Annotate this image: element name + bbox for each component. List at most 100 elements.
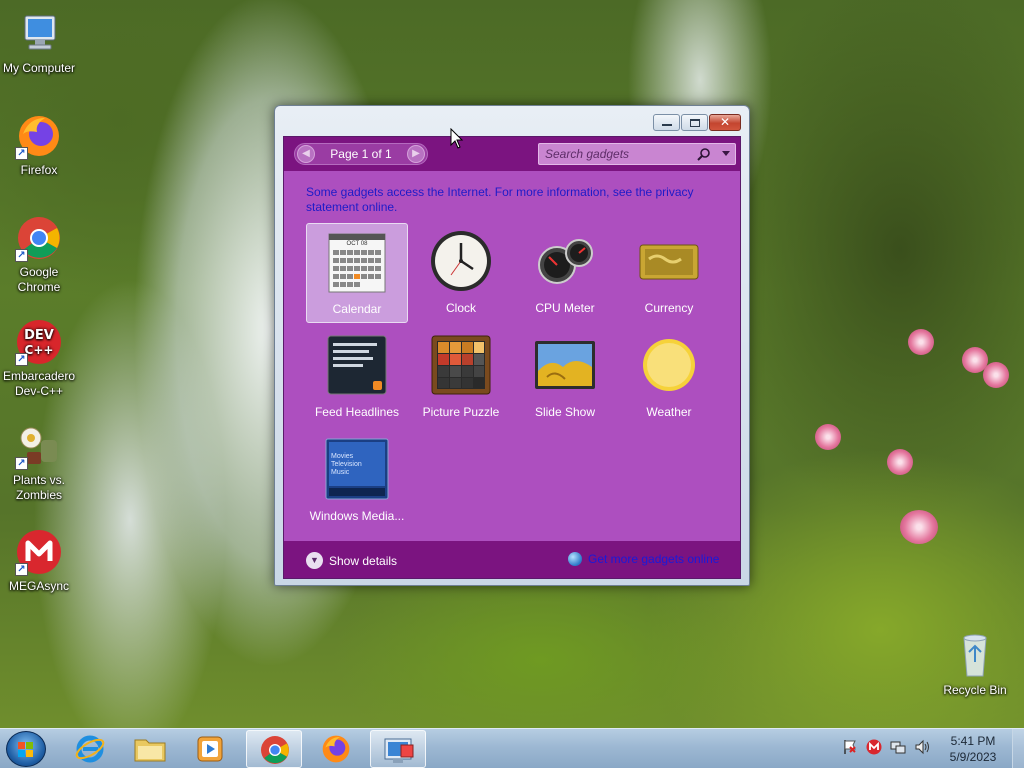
- slide-show-icon: [533, 333, 597, 397]
- desktop-icon-label: Embarcadero Dev-C++: [2, 369, 76, 398]
- minimize-button[interactable]: [653, 114, 680, 131]
- clock-date: 5/9/2023: [949, 750, 997, 764]
- gadget-feed-headlines[interactable]: Feed Headlines: [306, 327, 408, 427]
- media-menu-item: Television: [331, 461, 362, 468]
- desktop-icon-firefox[interactable]: ↗ Firefox: [0, 112, 78, 178]
- plants-vs-zombies-icon: ↗: [15, 422, 63, 470]
- get-more-gadgets-link[interactable]: Get more gadgets online: [568, 552, 719, 566]
- gadget-label: Clock: [445, 301, 476, 315]
- desktop-icon-label: MEGAsync: [8, 579, 69, 593]
- picture-puzzle-icon: [429, 333, 493, 397]
- taskbar: 5:41 PM 5/9/2023: [0, 728, 1024, 768]
- media-menu-item: Movies: [331, 453, 354, 460]
- close-icon: ✕: [719, 115, 731, 129]
- devcpp-icon: DEV C++ ↗: [15, 318, 63, 366]
- gadget-calendar[interactable]: OCT 08 Calendar: [306, 223, 408, 323]
- chevron-down-icon: ▼: [306, 552, 323, 569]
- taskbar-clock[interactable]: 5:41 PM 5/9/2023: [944, 733, 1002, 765]
- privacy-notice[interactable]: Some gadgets access the Internet. For mo…: [306, 185, 706, 215]
- taskbar-media-player[interactable]: [182, 730, 238, 768]
- search-icon[interactable]: [697, 147, 711, 161]
- flower: [815, 424, 841, 450]
- taskbar-gadgets[interactable]: [370, 730, 426, 768]
- show-desktop-button[interactable]: [1012, 729, 1024, 768]
- start-button[interactable]: [6, 731, 46, 767]
- desktop-icon-label: Google Chrome: [17, 265, 61, 294]
- page-label: Page 1 of 1: [330, 147, 392, 161]
- gadget-label: Weather: [646, 405, 692, 419]
- shortcut-arrow-icon: ↗: [15, 457, 28, 470]
- svg-text:DEV: DEV: [24, 328, 54, 343]
- mega-icon: ↗: [15, 528, 63, 576]
- window-caption-buttons: ✕: [652, 114, 741, 131]
- taskbar-chrome[interactable]: [246, 730, 302, 768]
- windows-media-icon: Movies Television Music: [325, 437, 389, 501]
- shortcut-arrow-icon: ↗: [15, 353, 28, 366]
- internet-explorer-icon: [75, 735, 105, 763]
- shortcut-arrow-icon: ↗: [15, 147, 28, 160]
- globe-icon: [568, 552, 582, 566]
- gadget-label: Currency: [644, 301, 694, 315]
- media-menu-item: Music: [331, 469, 350, 476]
- gadget-toolbar: ◀ Page 1 of 1 ▶ Search gadgets: [284, 137, 740, 171]
- gadget-label: CPU Meter: [535, 301, 595, 315]
- taskbar-firefox[interactable]: [308, 730, 364, 768]
- chrome-icon: ↗: [15, 214, 63, 262]
- svg-text:C++: C++: [25, 343, 54, 357]
- shortcut-arrow-icon: ↗: [15, 563, 28, 576]
- gadget-weather[interactable]: Weather: [618, 327, 720, 427]
- desktop-icon-plants-vs-zombies[interactable]: ↗ Plants vs. Zombies: [0, 422, 78, 503]
- search-placeholder: Search gadgets: [545, 147, 630, 161]
- gadget-clock[interactable]: Clock: [410, 223, 512, 323]
- previous-page-button[interactable]: ◀: [297, 145, 315, 163]
- gadget-picture-puzzle[interactable]: Picture Puzzle: [410, 327, 512, 427]
- page-navigator: ◀ Page 1 of 1 ▶: [294, 143, 428, 165]
- next-page-button[interactable]: ▶: [407, 145, 425, 163]
- desktop-icon-dev-cpp[interactable]: DEV C++ ↗ Embarcadero Dev-C++: [0, 318, 78, 399]
- taskbar-internet-explorer[interactable]: [62, 730, 118, 768]
- desktop-icon-megasync[interactable]: ↗ MEGAsync: [0, 528, 78, 594]
- windows-logo-icon: [18, 742, 33, 757]
- clock-time: 5:41 PM: [950, 734, 996, 748]
- volume-icon[interactable]: [914, 739, 930, 755]
- maximize-button[interactable]: [681, 114, 708, 131]
- network-icon[interactable]: [890, 739, 906, 755]
- shortcut-arrow-icon: ↗: [15, 249, 28, 262]
- cpu-meter-icon: [533, 229, 597, 293]
- flower: [900, 510, 938, 544]
- calendar-month: OCT 08: [346, 241, 368, 247]
- desktop-icon-my-computer[interactable]: My Computer: [0, 10, 78, 76]
- recycle-bin-icon: [951, 632, 999, 680]
- gadget-label: Picture Puzzle: [422, 405, 500, 419]
- gadget-currency[interactable]: Currency: [618, 223, 720, 323]
- flower: [887, 449, 913, 475]
- gadget-panel: ◀ Page 1 of 1 ▶ Search gadgets Some gadg…: [283, 136, 741, 579]
- mouse-cursor-icon: [450, 128, 464, 149]
- computer-icon: [15, 10, 63, 58]
- weather-icon: [637, 333, 701, 397]
- gadget-slide-show[interactable]: Slide Show: [514, 327, 616, 427]
- taskbar-file-explorer[interactable]: [122, 730, 178, 768]
- search-gadgets-input[interactable]: Search gadgets: [538, 143, 736, 165]
- show-details-button[interactable]: ▼ Show details: [306, 552, 397, 569]
- search-dropdown-arrow-icon[interactable]: [722, 151, 730, 156]
- gadget-windows-media-center[interactable]: Movies Television Music Windows Media...: [306, 431, 408, 531]
- flag-icon[interactable]: [842, 739, 858, 755]
- gadget-label: Calendar: [332, 302, 382, 316]
- gadget-gallery-window: ✕ ◀ Page 1 of 1 ▶ Search gadgets Some ga…: [274, 105, 750, 586]
- desktop-icon-google-chrome[interactable]: ↗ Google Chrome: [0, 214, 78, 295]
- flower: [908, 329, 934, 355]
- desktop-icon-label: Plants vs. Zombies: [12, 473, 66, 502]
- gadget-cpu-meter[interactable]: CPU Meter: [514, 223, 616, 323]
- close-button[interactable]: ✕: [709, 114, 741, 131]
- gadget-label: Feed Headlines: [314, 405, 400, 419]
- gadget-grid: OCT 08 Calendar Clock CPU Meter Currency…: [296, 220, 732, 542]
- gadget-footer: ▼ Show details Get more gadgets online: [284, 541, 740, 578]
- firefox-icon: [322, 735, 350, 763]
- desktop-icon-recycle-bin[interactable]: Recycle Bin: [936, 632, 1014, 698]
- mega-icon[interactable]: [866, 739, 882, 755]
- gadget-label: Slide Show: [534, 405, 596, 419]
- gadget-label: Windows Media...: [309, 509, 405, 523]
- folder-icon: [134, 739, 166, 762]
- feed-headlines-icon: [325, 333, 389, 397]
